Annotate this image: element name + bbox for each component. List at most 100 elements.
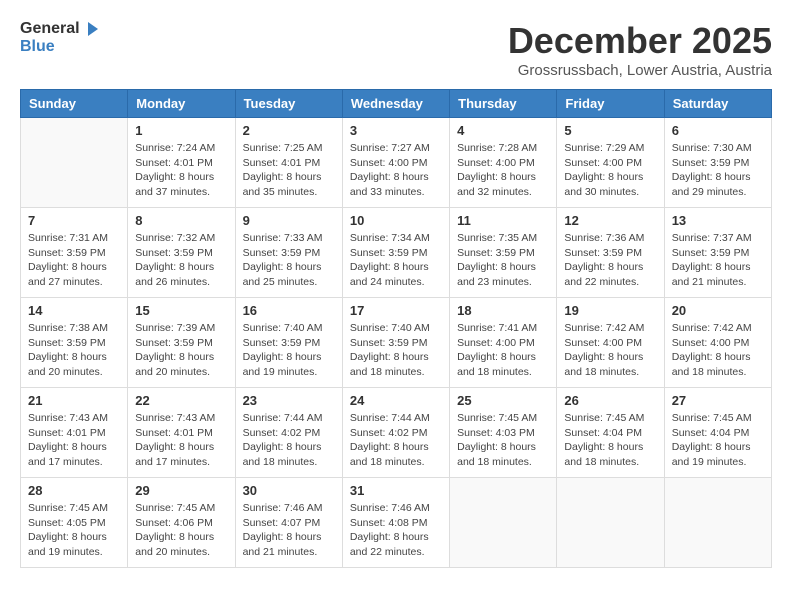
- day-info: Sunrise: 7:28 AMSunset: 4:00 PMDaylight:…: [457, 141, 549, 200]
- day-info: Sunrise: 7:29 AMSunset: 4:00 PMDaylight:…: [564, 141, 656, 200]
- day-cell-1-3: 10 Sunrise: 7:34 AMSunset: 3:59 PMDayligh…: [342, 208, 449, 298]
- day-info: Sunrise: 7:32 AMSunset: 3:59 PMDaylight:…: [135, 231, 227, 290]
- day-info: Sunrise: 7:42 AMSunset: 4:00 PMDaylight:…: [564, 321, 656, 380]
- day-number: 22: [135, 393, 227, 408]
- day-info: Sunrise: 7:38 AMSunset: 3:59 PMDaylight:…: [28, 321, 120, 380]
- day-number: 24: [350, 393, 442, 408]
- day-number: 4: [457, 123, 549, 138]
- day-info: Sunrise: 7:30 AMSunset: 3:59 PMDaylight:…: [672, 141, 764, 200]
- day-info: Sunrise: 7:41 AMSunset: 4:00 PMDaylight:…: [457, 321, 549, 380]
- header-tuesday: Tuesday: [235, 90, 342, 118]
- location-subtitle: Grossrussbach, Lower Austria, Austria: [508, 62, 772, 79]
- day-info: Sunrise: 7:45 AMSunset: 4:03 PMDaylight:…: [457, 411, 549, 470]
- calendar-table: Sunday Monday Tuesday Wednesday Thursday…: [20, 89, 772, 568]
- day-number: 17: [350, 303, 442, 318]
- day-number: 19: [564, 303, 656, 318]
- day-info: Sunrise: 7:33 AMSunset: 3:59 PMDaylight:…: [243, 231, 335, 290]
- day-info: Sunrise: 7:45 AMSunset: 4:06 PMDaylight:…: [135, 501, 227, 560]
- day-info: Sunrise: 7:39 AMSunset: 3:59 PMDaylight:…: [135, 321, 227, 380]
- day-cell-4-4: [450, 478, 557, 568]
- day-cell-1-6: 13Sunrise: 7:37 AMSunset: 3:59 PMDayligh…: [664, 208, 771, 298]
- day-info: Sunrise: 7:27 AMSunset: 4:00 PMDaylight:…: [350, 141, 442, 200]
- day-info: Sunrise: 7:37 AMSunset: 3:59 PMDaylight:…: [672, 231, 764, 290]
- day-cell-3-2: 23 Sunrise: 7:44 AMSunset: 4:02 PMDayligh…: [235, 388, 342, 478]
- page-header: General Blue December 2025 Grossrussbach…: [20, 20, 772, 79]
- day-cell-1-4: 11 Sunrise: 7:35 AMSunset: 3:59 PMDayligh…: [450, 208, 557, 298]
- day-cell-4-3: 31 Sunrise: 7:46 AMSunset: 4:08 PMDayligh…: [342, 478, 449, 568]
- header-friday: Friday: [557, 90, 664, 118]
- day-cell-1-5: 12 Sunrise: 7:36 AMSunset: 3:59 PMDayligh…: [557, 208, 664, 298]
- day-cell-2-3: 17Sunrise: 7:40 AMSunset: 3:59 PMDayligh…: [342, 298, 449, 388]
- day-number: 25: [457, 393, 549, 408]
- day-number: 9: [243, 213, 335, 228]
- day-number: 15: [135, 303, 227, 318]
- day-info: Sunrise: 7:46 AMSunset: 4:08 PMDaylight:…: [350, 501, 442, 560]
- day-info: Sunrise: 7:42 AMSunset: 4:00 PMDaylight:…: [672, 321, 764, 380]
- day-cell-3-5: 26 Sunrise: 7:45 AMSunset: 4:04 PMDayligh…: [557, 388, 664, 478]
- day-info: Sunrise: 7:44 AMSunset: 4:02 PMDaylight:…: [243, 411, 335, 470]
- day-number: 26: [564, 393, 656, 408]
- day-cell-3-3: 24 Sunrise: 7:44 AMSunset: 4:02 PMDayligh…: [342, 388, 449, 478]
- week-row-3: 14Sunrise: 7:38 AMSunset: 3:59 PMDayligh…: [21, 298, 772, 388]
- day-number: 16: [243, 303, 335, 318]
- day-info: Sunrise: 7:45 AMSunset: 4:04 PMDaylight:…: [564, 411, 656, 470]
- day-cell-3-4: 25 Sunrise: 7:45 AMSunset: 4:03 PMDayligh…: [450, 388, 557, 478]
- day-cell-4-6: [664, 478, 771, 568]
- day-number: 28: [28, 483, 120, 498]
- month-title: December 2025: [508, 20, 772, 62]
- day-cell-0-6: 6 Sunrise: 7:30 AMSunset: 3:59 PMDaylight…: [664, 118, 771, 208]
- day-info: Sunrise: 7:43 AMSunset: 4:01 PMDaylight:…: [28, 411, 120, 470]
- day-number: 18: [457, 303, 549, 318]
- day-cell-3-1: 22 Sunrise: 7:43 AMSunset: 4:01 PMDayligh…: [128, 388, 235, 478]
- day-number: 5: [564, 123, 656, 138]
- logo-blue-text: Blue: [20, 38, 100, 56]
- day-cell-0-1: 1 Sunrise: 7:24 AMSunset: 4:01 PMDaylight…: [128, 118, 235, 208]
- day-number: 10: [350, 213, 442, 228]
- day-number: 27: [672, 393, 764, 408]
- day-info: Sunrise: 7:43 AMSunset: 4:01 PMDaylight:…: [135, 411, 227, 470]
- day-number: 12: [564, 213, 656, 228]
- day-cell-0-3: 3 Sunrise: 7:27 AMSunset: 4:00 PMDaylight…: [342, 118, 449, 208]
- day-number: 1: [135, 123, 227, 138]
- day-cell-0-0: [21, 118, 128, 208]
- day-cell-3-6: 27 Sunrise: 7:45 AMSunset: 4:04 PMDayligh…: [664, 388, 771, 478]
- day-number: 21: [28, 393, 120, 408]
- week-row-4: 21 Sunrise: 7:43 AMSunset: 4:01 PMDayligh…: [21, 388, 772, 478]
- day-cell-2-0: 14Sunrise: 7:38 AMSunset: 3:59 PMDayligh…: [21, 298, 128, 388]
- header-saturday: Saturday: [664, 90, 771, 118]
- day-number: 7: [28, 213, 120, 228]
- logo-arrow-icon: [82, 20, 100, 38]
- header-sunday: Sunday: [21, 90, 128, 118]
- day-cell-2-1: 15 Sunrise: 7:39 AMSunset: 3:59 PMDayligh…: [128, 298, 235, 388]
- week-row-5: 28 Sunrise: 7:45 AMSunset: 4:05 PMDayligh…: [21, 478, 772, 568]
- day-info: Sunrise: 7:45 AMSunset: 4:04 PMDaylight:…: [672, 411, 764, 470]
- day-cell-0-4: 4 Sunrise: 7:28 AMSunset: 4:00 PMDaylight…: [450, 118, 557, 208]
- logo-general-text: General: [20, 20, 80, 38]
- day-info: Sunrise: 7:44 AMSunset: 4:02 PMDaylight:…: [350, 411, 442, 470]
- day-info: Sunrise: 7:46 AMSunset: 4:07 PMDaylight:…: [243, 501, 335, 560]
- header-wednesday: Wednesday: [342, 90, 449, 118]
- day-info: Sunrise: 7:24 AMSunset: 4:01 PMDaylight:…: [135, 141, 227, 200]
- day-cell-1-0: 7Sunrise: 7:31 AMSunset: 3:59 PMDaylight…: [21, 208, 128, 298]
- day-number: 20: [672, 303, 764, 318]
- day-cell-4-5: [557, 478, 664, 568]
- day-cell-2-4: 18 Sunrise: 7:41 AMSunset: 4:00 PMDayligh…: [450, 298, 557, 388]
- day-cell-1-1: 8 Sunrise: 7:32 AMSunset: 3:59 PMDaylight…: [128, 208, 235, 298]
- day-cell-3-0: 21 Sunrise: 7:43 AMSunset: 4:01 PMDayligh…: [21, 388, 128, 478]
- day-number: 23: [243, 393, 335, 408]
- day-number: 11: [457, 213, 549, 228]
- day-number: 31: [350, 483, 442, 498]
- day-info: Sunrise: 7:36 AMSunset: 3:59 PMDaylight:…: [564, 231, 656, 290]
- day-number: 8: [135, 213, 227, 228]
- logo: General Blue: [20, 20, 100, 56]
- day-cell-0-5: 5 Sunrise: 7:29 AMSunset: 4:00 PMDaylight…: [557, 118, 664, 208]
- day-number: 6: [672, 123, 764, 138]
- day-info: Sunrise: 7:35 AMSunset: 3:59 PMDaylight:…: [457, 231, 549, 290]
- day-number: 3: [350, 123, 442, 138]
- day-cell-4-0: 28 Sunrise: 7:45 AMSunset: 4:05 PMDayligh…: [21, 478, 128, 568]
- day-info: Sunrise: 7:34 AMSunset: 3:59 PMDaylight:…: [350, 231, 442, 290]
- day-cell-4-1: 29 Sunrise: 7:45 AMSunset: 4:06 PMDayligh…: [128, 478, 235, 568]
- day-info: Sunrise: 7:40 AMSunset: 3:59 PMDaylight:…: [243, 321, 335, 380]
- day-info: Sunrise: 7:45 AMSunset: 4:05 PMDaylight:…: [28, 501, 120, 560]
- day-number: 29: [135, 483, 227, 498]
